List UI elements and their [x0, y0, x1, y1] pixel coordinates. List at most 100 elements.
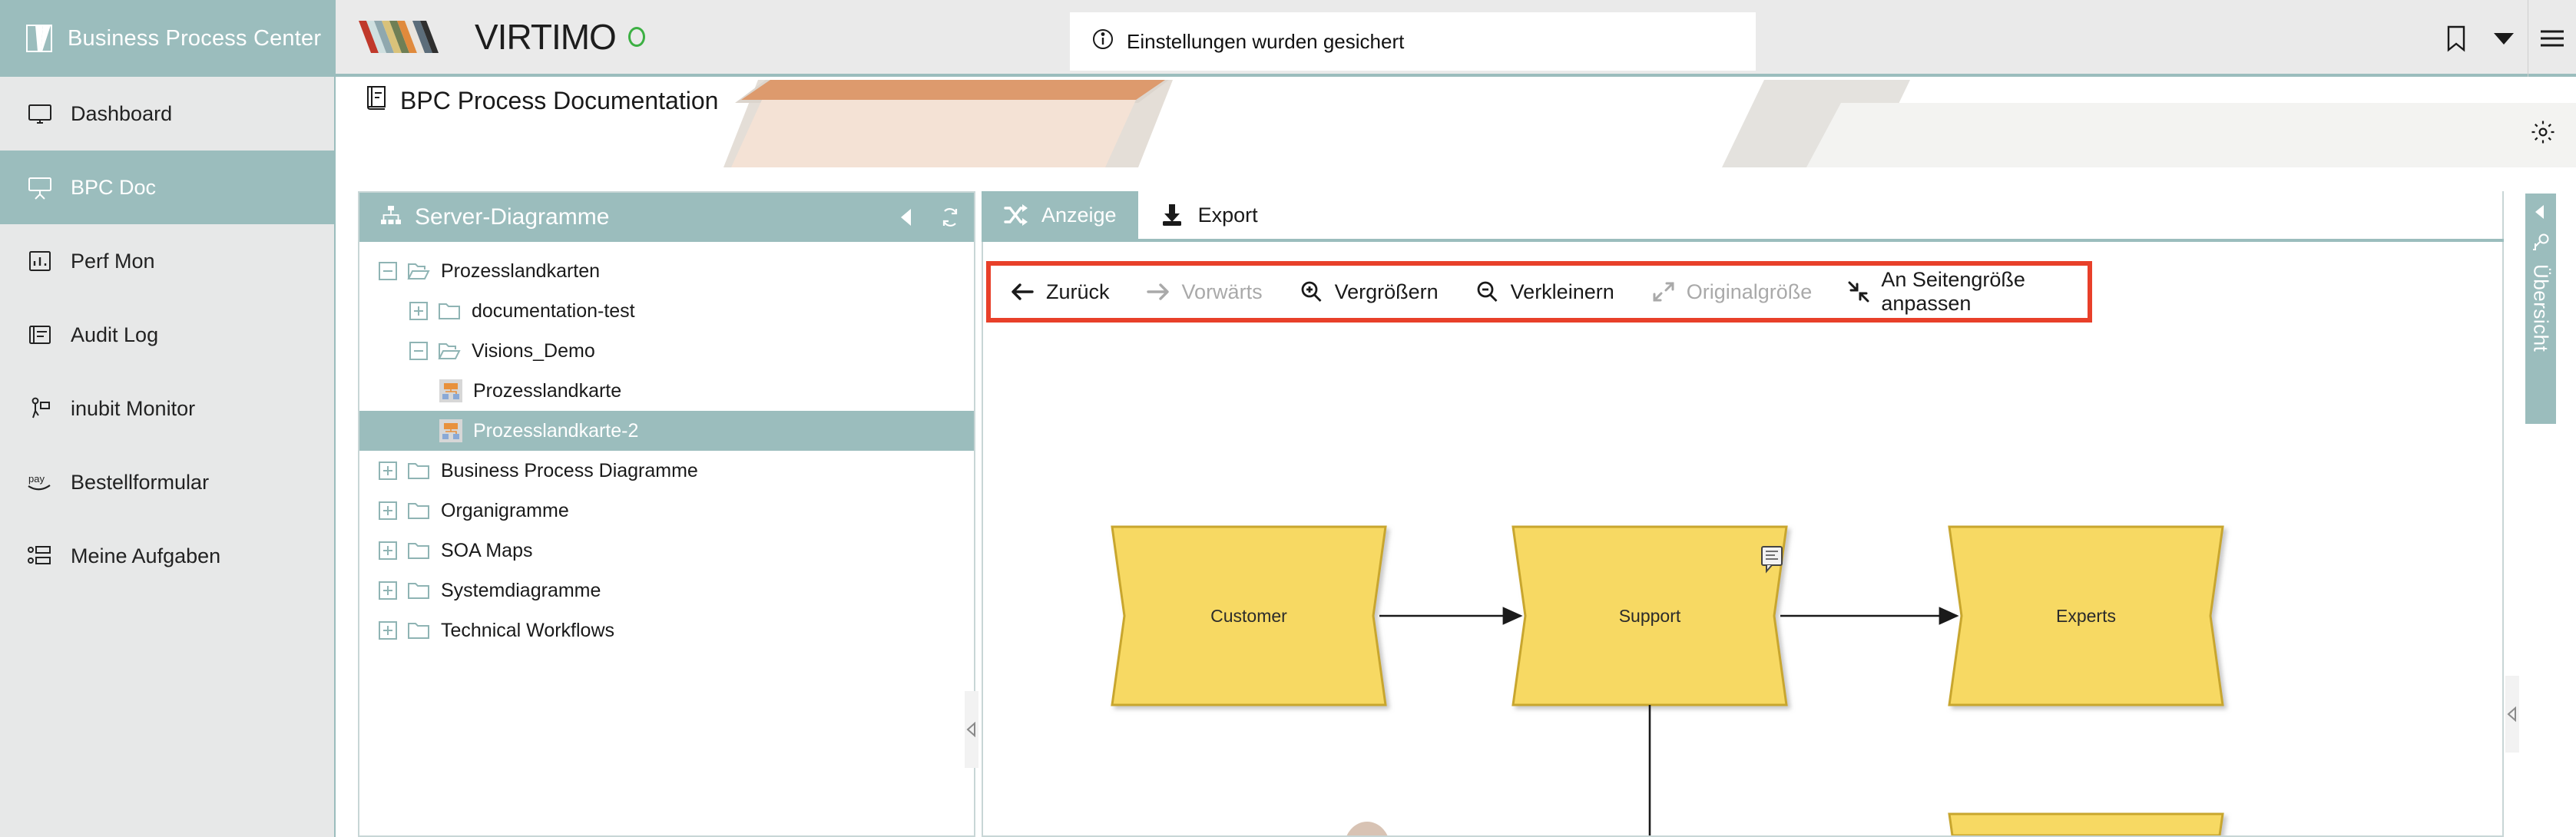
expand-plus-icon[interactable]: [378, 541, 398, 561]
triangle-left-icon[interactable]: [899, 207, 916, 228]
tree-node-label: Business Process Diagramme: [441, 460, 698, 482]
toolbar-button-label: An Seitengröße anpassen: [1881, 268, 2052, 316]
tree-node-visions-demo[interactable]: Visions_Demo: [359, 331, 974, 371]
toolbar-button-an-seitengroesse-anpassen[interactable]: An Seitengröße anpassen: [1847, 268, 2052, 316]
main-sidebar: Business Process Center Dashboard BPC Do…: [0, 0, 336, 837]
sidebar-item-bpc-doc[interactable]: BPC Doc: [0, 151, 334, 224]
tree-node-prozesslandkarte[interactable]: Prozesslandkarte: [359, 371, 974, 411]
folder-open-icon: [438, 341, 461, 361]
server-diagrams-panel: Server-Diagramme Prozesslandkarten docum…: [358, 191, 975, 837]
folder-closed-icon: [407, 501, 430, 521]
zoom-in-icon: [1298, 279, 1324, 305]
tree-node-label: Prozesslandkarten: [441, 260, 600, 283]
folder-open-icon: [407, 261, 430, 281]
monitor-icon: [26, 100, 54, 127]
tree-node-prozesslandkarte-2[interactable]: Prozesslandkarte-2: [359, 411, 974, 451]
expand-plus-icon[interactable]: [378, 620, 398, 640]
sidebar-item-perf-mon[interactable]: Perf Mon: [0, 224, 334, 298]
sidebar-item-dashboard[interactable]: Dashboard: [0, 77, 334, 151]
tree-node-label: Systemdiagramme: [441, 580, 601, 602]
toolbar-button-zurueck[interactable]: Zurück: [1009, 279, 1110, 305]
sidebar-item-label: Bestellformular: [71, 471, 209, 495]
triangle-left-icon: [966, 722, 977, 737]
tree-node-label: Organigramme: [441, 500, 569, 522]
gear-icon[interactable]: [2530, 119, 2556, 149]
svg-text:pay: pay: [28, 473, 45, 485]
bar-chart-icon: [26, 247, 54, 275]
folder-closed-icon: [407, 461, 430, 481]
tree-node-systemdiagramme[interactable]: Systemdiagramme: [359, 571, 974, 610]
arrow-right-icon: [1145, 279, 1171, 305]
tab-underline: [982, 239, 2504, 242]
tab-anzeige[interactable]: Anzeige: [982, 191, 1138, 239]
toolbar-button-verkleinern[interactable]: Verkleinern: [1474, 279, 1614, 305]
toast-message: Einstellungen wurden gesichert: [1127, 30, 1404, 54]
process-diagram: Customer Support Experts: [983, 326, 2502, 835]
folder-closed-icon: [407, 581, 430, 600]
expand-plus-icon[interactable]: [378, 501, 398, 521]
diagram-canvas[interactable]: Customer Support Experts: [983, 326, 2502, 835]
sidebar-item-label: Dashboard: [71, 102, 172, 126]
process-node-partial[interactable]: [1949, 814, 2223, 835]
expand-plus-icon[interactable]: [409, 301, 429, 321]
content-collapse-handle[interactable]: [2505, 676, 2519, 753]
page-title: BPC Process Documentation: [365, 84, 718, 117]
tree-node-label: SOA Maps: [441, 540, 533, 562]
folder-closed-icon: [407, 620, 430, 640]
node-label-support: Support: [1619, 606, 1681, 626]
download-icon: [1160, 202, 1186, 228]
tree-node-documentation-test[interactable]: documentation-test: [359, 291, 974, 331]
virtimo-v-icon: [26, 25, 52, 52]
tree-node-label: Visions_Demo: [472, 340, 595, 362]
diagram-icon: [439, 419, 462, 442]
sidebar-item-bestellformular[interactable]: pay Bestellformular: [0, 445, 334, 519]
brand-header[interactable]: Business Process Center: [0, 0, 334, 77]
tree-collapse-handle[interactable]: [965, 691, 978, 768]
triangle-left-icon[interactable]: [2533, 203, 2548, 225]
tree-node-label: Technical Workflows: [441, 620, 614, 642]
sidebar-item-audit-log[interactable]: Audit Log: [0, 298, 334, 372]
tree-node-label: Prozesslandkarte: [473, 380, 621, 402]
refresh-icon[interactable]: [939, 206, 962, 229]
diagram-icon: [439, 379, 462, 402]
collapse-minus-icon[interactable]: [378, 261, 398, 281]
toolbar-button-originalgroesse[interactable]: Originalgröße: [1650, 279, 1813, 305]
tree-node-business-process-diagramme[interactable]: Business Process Diagramme: [359, 451, 974, 491]
diagram-tree: Prozesslandkarten documentation-test Vis…: [359, 242, 974, 650]
person-board-icon: [26, 395, 54, 422]
tree-node-organigramme[interactable]: Organigramme: [359, 491, 974, 531]
folder-closed-icon: [407, 541, 430, 561]
tree-node-technical-workflows[interactable]: Technical Workflows: [359, 610, 974, 650]
tree-node-soa-maps[interactable]: SOA Maps: [359, 531, 974, 571]
toolbar-button-vorwaerts[interactable]: Vorwärts: [1145, 279, 1263, 305]
sidebar-item-label: Meine Aufgaben: [71, 544, 220, 568]
collapse-minus-icon[interactable]: [409, 341, 429, 361]
tab-export[interactable]: Export: [1138, 191, 1280, 239]
sidebar-item-label: inubit Monitor: [71, 397, 195, 421]
toast-notification[interactable]: Einstellungen wurden gesichert: [1070, 12, 1756, 71]
tree-node-prozesslandkarten[interactable]: Prozesslandkarten: [359, 251, 974, 291]
sidebar-item-inubit-monitor[interactable]: inubit Monitor: [0, 372, 334, 445]
pay-icon: pay: [26, 468, 54, 496]
chevron-down-icon[interactable]: [2480, 0, 2528, 77]
tree-panel-title: Server-Diagramme: [415, 204, 886, 230]
hamburger-menu-icon[interactable]: [2528, 0, 2576, 77]
toolbar-button-label: Verkleinern: [1511, 280, 1614, 304]
virtimo-wordmark: VIRTIMO: [475, 16, 616, 58]
expand-plus-icon[interactable]: [378, 461, 398, 481]
green-circle-icon: [628, 27, 645, 47]
sidebar-item-meine-aufgaben[interactable]: Meine Aufgaben: [0, 519, 334, 593]
arrow-left-icon: [1009, 279, 1035, 305]
toolbar-button-vergroessern[interactable]: Vergrößern: [1298, 279, 1439, 305]
overview-side-tab[interactable]: Übersicht: [2525, 194, 2556, 424]
toolbar-button-label: Vorwärts: [1182, 280, 1263, 304]
virtimo-logo[interactable]: VIRTIMO: [359, 16, 645, 58]
expand-plus-icon[interactable]: [378, 581, 398, 600]
triangle-left-icon: [2507, 706, 2518, 722]
partial-shape-circle: [1344, 822, 1390, 835]
book-icon: [365, 84, 388, 117]
shuffle-icon: [1003, 202, 1029, 228]
node-label-experts: Experts: [2056, 606, 2116, 626]
bookmark-icon[interactable]: [2432, 0, 2480, 77]
tree-node-label: documentation-test: [472, 300, 635, 323]
